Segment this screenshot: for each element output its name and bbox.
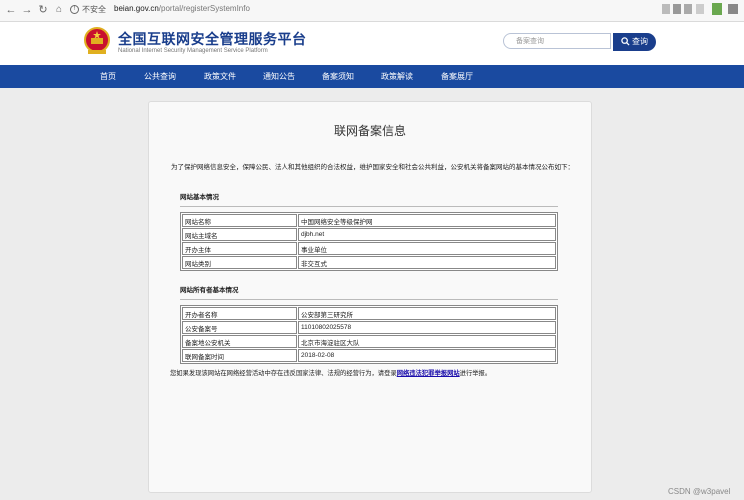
main-nav: 首页 公共查询 政策文件 通知公告 备案须知 政策解读 备案展厅	[0, 65, 744, 88]
row-key: 开办主体	[182, 242, 297, 255]
table-row: 网站名称 中国网络安全等级保护网	[182, 214, 556, 227]
nav-item-filing-guide[interactable]: 备案须知	[322, 65, 354, 88]
url-text[interactable]: beian.gov.cn/portal/registerSystemInfo	[114, 4, 250, 13]
row-value: 公安部第三研究所	[298, 307, 556, 320]
filing-info-card: 联网备案信息 为了保护网络信息安全，保障公民、法人和其他组织的合法权益，维护国家…	[148, 101, 592, 493]
search-button[interactable]: 查询	[613, 33, 656, 51]
intro-text: 为了保护网络信息安全，保障公民、法人和其他组织的合法权益，维护国家安全和社会公共…	[171, 164, 574, 171]
section-heading-owner: 网站所有者基本情况	[180, 287, 239, 294]
nav-item-home[interactable]: 首页	[100, 65, 116, 88]
table-row: 网站主域名 djbh.net	[182, 228, 556, 241]
row-value: 中国网络安全等级保护网	[298, 214, 556, 227]
row-value: 北京市海淀驻区大队	[298, 335, 556, 348]
extension-icon[interactable]	[696, 4, 704, 14]
table-row: 联网备案时间 2018-02-08	[182, 349, 556, 362]
search-icon	[621, 37, 630, 46]
nav-item-policy-files[interactable]: 政策文件	[204, 65, 236, 88]
row-key: 开办者名称	[182, 307, 297, 320]
extension-icon[interactable]	[712, 3, 722, 15]
page-title: 联网备案信息	[333, 124, 406, 138]
extension-icon[interactable]	[684, 4, 692, 14]
table-row: 网站类别 非交互式	[182, 256, 556, 269]
search-box: 备案查询 查询	[503, 33, 656, 51]
back-icon[interactable]: ←	[4, 3, 18, 17]
search-button-label: 查询	[632, 37, 648, 46]
menu-icon[interactable]	[728, 4, 738, 14]
table-row: 开办者名称 公安部第三研究所	[182, 307, 556, 320]
row-value: 非交互式	[298, 256, 556, 269]
site-info-table: 网站名称 中国网络安全等级保护网 网站主域名 djbh.net 开办主体 事业单位 网…	[180, 212, 558, 271]
row-key: 网站主域名	[182, 228, 297, 241]
notice-prefix: 您如果发现该网站在网络经营活动中存在违反国家法律、法规的经营行为，请登录	[170, 370, 397, 377]
extension-icon[interactable]	[673, 4, 681, 14]
url-host: beian.gov.cn	[114, 4, 159, 13]
search-input[interactable]: 备案查询	[503, 33, 611, 49]
row-key: 公安备案号	[182, 321, 297, 334]
row-key: 联网备案时间	[182, 349, 297, 362]
row-value: 11010802025578	[298, 321, 556, 334]
notice-suffix: 进行举报。	[459, 370, 492, 377]
nav-item-public-query[interactable]: 公共查询	[144, 65, 176, 88]
row-key: 网站名称	[182, 214, 297, 227]
report-notice: 您如果发现该网站在网络经营活动中存在违反国家法律、法规的经营行为，请登录网络违法…	[170, 368, 491, 377]
section-divider	[180, 206, 558, 207]
address-bar[interactable]: ! 不安全 beian.gov.cn/portal/registerSystemI…	[64, 2, 664, 18]
row-value: 事业单位	[298, 242, 556, 255]
warning-icon: !	[70, 5, 79, 15]
reload-icon[interactable]: ↻	[36, 3, 50, 17]
section-heading-site: 网站基本情况	[180, 194, 219, 201]
forward-icon[interactable]: →	[20, 3, 34, 17]
site-title[interactable]: 全国互联网安全管理服务平台	[118, 29, 307, 49]
row-value: djbh.net	[298, 228, 556, 241]
national-emblem-icon	[84, 27, 110, 54]
security-indicator[interactable]: ! 不安全	[70, 4, 106, 15]
site-header: 全国互联网安全管理服务平台 National Internet Security…	[0, 22, 744, 65]
report-site-link[interactable]: 网络违法犯罪举报网站	[397, 370, 460, 377]
url-path: /portal/registerSystemInfo	[158, 4, 250, 13]
section-divider	[180, 299, 558, 300]
owner-info-table: 开办者名称 公安部第三研究所 公安备案号 11010802025578 备案地公安机…	[180, 305, 558, 364]
row-key: 备案地公安机关	[182, 335, 297, 348]
browser-toolbar: ← → ↻ ⌂ ! 不安全 beian.gov.cn/portal/registe…	[0, 0, 744, 22]
site-subtitle: National Internet Security Management Se…	[118, 48, 268, 54]
watermark: CSDN @w3pavel	[668, 487, 731, 496]
security-label: 不安全	[82, 5, 106, 14]
row-key: 网站类别	[182, 256, 297, 269]
nav-item-notices[interactable]: 通知公告	[263, 65, 295, 88]
nav-item-filing-hall[interactable]: 备案展厅	[441, 65, 473, 88]
extension-icon[interactable]	[662, 4, 670, 14]
table-row: 公安备案号 11010802025578	[182, 321, 556, 334]
table-row: 开办主体 事业单位	[182, 242, 556, 255]
row-value: 2018-02-08	[298, 349, 556, 362]
table-row: 备案地公安机关 北京市海淀驻区大队	[182, 335, 556, 348]
nav-item-policy-interpretation[interactable]: 政策解读	[381, 65, 413, 88]
